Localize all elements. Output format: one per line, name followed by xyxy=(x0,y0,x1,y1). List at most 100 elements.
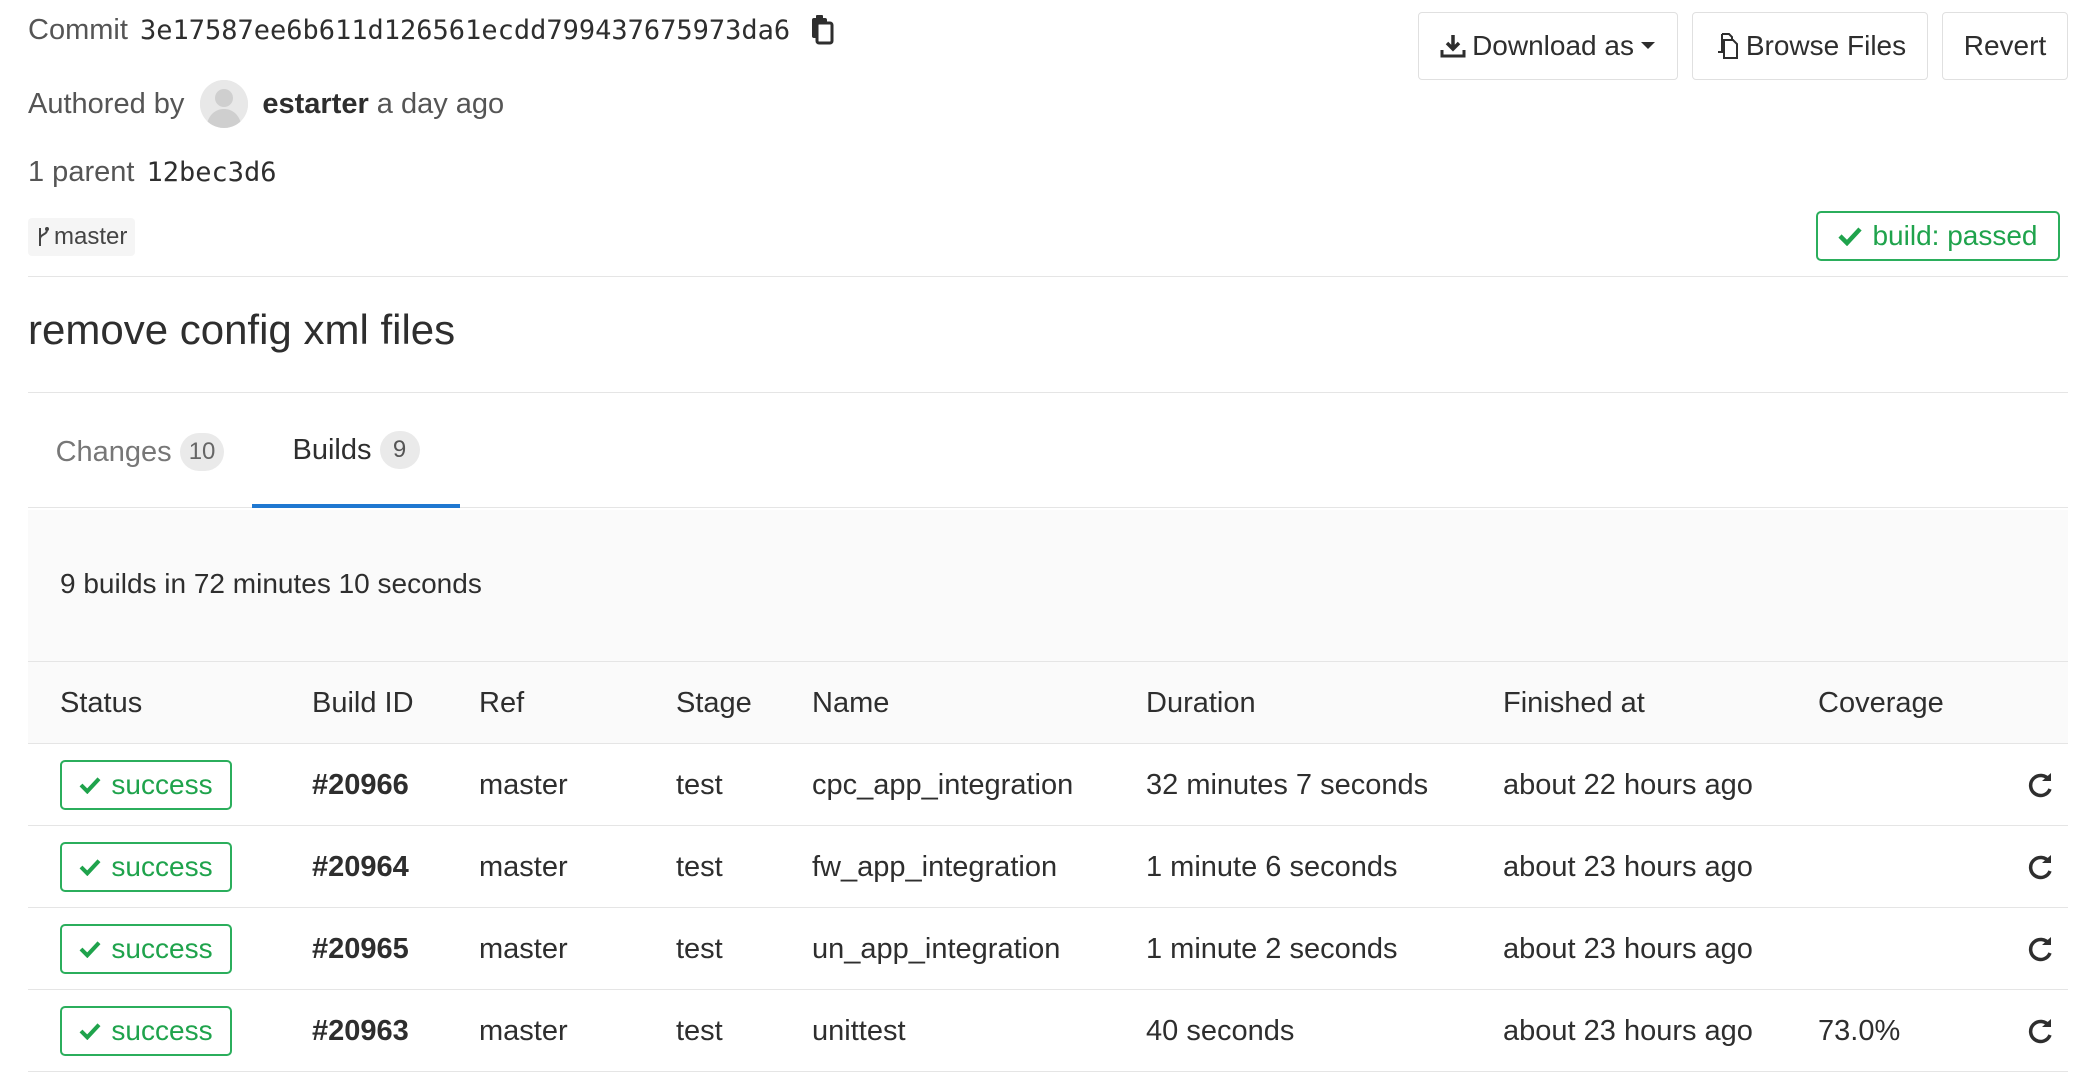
name-cell: cpc_app_integration xyxy=(812,768,1074,801)
finished-cell: about 22 hours ago xyxy=(1503,768,1753,801)
files-icon xyxy=(1717,33,1738,59)
finished-cell: about 23 hours ago xyxy=(1503,1014,1753,1047)
commit-tabs: Changes 10 Builds 9 xyxy=(28,396,2068,508)
duration-cell: 40 seconds xyxy=(1146,1014,1295,1047)
retry-button[interactable] xyxy=(2028,826,2054,908)
status-badge[interactable]: success xyxy=(60,1006,232,1056)
author-time: a day ago xyxy=(376,87,505,120)
header-stage: Stage xyxy=(676,686,752,719)
branch-name: master xyxy=(54,223,128,250)
build-status-badge[interactable]: build: passed xyxy=(1816,211,2060,261)
table-row: success #20965 master test un_app_integr… xyxy=(28,908,2068,990)
header-ref: Ref xyxy=(479,686,525,719)
retry-icon xyxy=(2028,1019,2052,1044)
retry-icon xyxy=(2028,773,2052,798)
commit-title: remove config xml files xyxy=(28,306,456,353)
tab-changes-label: Changes xyxy=(55,435,172,468)
header-name: Name xyxy=(812,686,890,719)
retry-button[interactable] xyxy=(2028,908,2054,990)
header-finished-at: Finished at xyxy=(1503,686,1645,719)
check-icon xyxy=(79,777,101,794)
tab-builds-label: Builds xyxy=(292,433,372,466)
status-cell: success xyxy=(60,908,232,990)
download-as-button[interactable]: Download as xyxy=(1418,12,1678,80)
stage-cell: test xyxy=(676,1014,723,1047)
tab-changes-count: 10 xyxy=(179,433,225,471)
build-id-link[interactable]: #20963 xyxy=(312,990,409,1072)
status-badge[interactable]: success xyxy=(60,924,232,974)
revert-button[interactable]: Revert xyxy=(1942,12,2068,80)
tab-changes[interactable]: Changes 10 xyxy=(28,396,252,508)
build-id-link[interactable]: #20966 xyxy=(312,744,409,826)
table-row: success #20966 master test cpc_app_integ… xyxy=(28,744,2068,826)
parent-line: 1 parent 12bec3d6 xyxy=(28,156,277,189)
stage-cell: test xyxy=(676,768,723,801)
retry-button[interactable] xyxy=(2028,744,2054,826)
check-icon xyxy=(79,859,101,876)
commit-sha: 3e17587ee6b611d126561ecdd799437675973da6 xyxy=(139,15,791,46)
commit-sha-line: Commit 3e17587ee6b611d126561ecdd79943767… xyxy=(28,14,836,53)
table-row: success #20963 master test unittest 40 s… xyxy=(28,990,2068,1072)
ref-cell: master xyxy=(479,850,568,883)
status-label: success xyxy=(111,1015,213,1046)
finished-cell: about 23 hours ago xyxy=(1503,932,1753,965)
browse-files-button[interactable]: Browse Files xyxy=(1692,12,1928,80)
header-build-id: Build ID xyxy=(312,686,414,719)
parent-label: 1 parent xyxy=(28,156,135,188)
browse-files-label: Browse Files xyxy=(1745,30,1907,61)
revert-label: Revert xyxy=(1963,30,2047,61)
authored-by-label: Authored by xyxy=(28,87,185,120)
duration-cell: 32 minutes 7 seconds xyxy=(1146,768,1429,801)
table-header: Status Build ID Ref Stage Name Duration … xyxy=(28,662,2068,744)
commit-page: Commit 3e17587ee6b611d126561ecdd79943767… xyxy=(0,0,2086,1074)
check-icon xyxy=(79,1023,101,1040)
build-id-link[interactable]: #20965 xyxy=(312,908,409,990)
retry-icon xyxy=(2028,855,2052,880)
download-icon xyxy=(1440,35,1466,58)
build-status-label: build: passed xyxy=(1872,220,2038,251)
status-badge[interactable]: success xyxy=(60,760,232,810)
check-icon xyxy=(79,941,101,958)
name-cell: fw_app_integration xyxy=(812,850,1058,883)
author-line: Authored by estarter a day ago xyxy=(28,80,504,128)
retry-icon xyxy=(2028,937,2052,962)
status-label: success xyxy=(111,851,213,882)
coverage-cell: 73.0% xyxy=(1818,1014,1901,1047)
parent-sha-link[interactable]: 12bec3d6 xyxy=(146,157,276,188)
header-status: Status xyxy=(60,686,143,719)
duration-cell: 1 minute 6 seconds xyxy=(1146,850,1398,883)
caret-down-icon xyxy=(1640,42,1655,49)
title-divider xyxy=(28,392,2068,393)
stage-cell: test xyxy=(676,932,723,965)
name-cell: un_app_integration xyxy=(812,932,1061,965)
status-label: success xyxy=(111,933,213,964)
header-duration: Duration xyxy=(1146,686,1256,719)
status-cell: success xyxy=(60,826,232,908)
branch-icon xyxy=(39,227,49,246)
finished-cell: about 23 hours ago xyxy=(1503,850,1753,883)
builds-table: Status Build ID Ref Stage Name Duration … xyxy=(28,662,2068,1072)
tab-builds-count: 9 xyxy=(379,431,420,469)
author-name[interactable]: estarter xyxy=(262,88,368,121)
stage-cell: test xyxy=(676,850,723,883)
download-as-label: Download as xyxy=(1472,30,1634,61)
branch-label[interactable]: master xyxy=(28,218,136,256)
header-coverage: Coverage xyxy=(1818,686,1944,719)
builds-summary-text: 9 builds in 72 minutes 10 seconds xyxy=(60,568,482,599)
avatar[interactable] xyxy=(200,80,249,128)
ref-cell: master xyxy=(479,932,568,965)
retry-button[interactable] xyxy=(2028,990,2054,1072)
duration-cell: 1 minute 2 seconds xyxy=(1146,932,1398,965)
clipboard-icon[interactable] xyxy=(810,15,836,53)
builds-summary: 9 builds in 72 minutes 10 seconds xyxy=(28,510,2068,662)
header-divider xyxy=(28,276,2068,277)
check-icon xyxy=(1838,227,1863,246)
ref-cell: master xyxy=(479,1014,568,1047)
build-id-link[interactable]: #20964 xyxy=(312,826,409,908)
tab-builds[interactable]: Builds 9 xyxy=(252,396,460,508)
ref-cell: master xyxy=(479,768,568,801)
status-badge[interactable]: success xyxy=(60,842,232,892)
commit-label: Commit xyxy=(28,14,128,46)
status-cell: success xyxy=(60,744,232,826)
status-label: success xyxy=(111,769,213,800)
